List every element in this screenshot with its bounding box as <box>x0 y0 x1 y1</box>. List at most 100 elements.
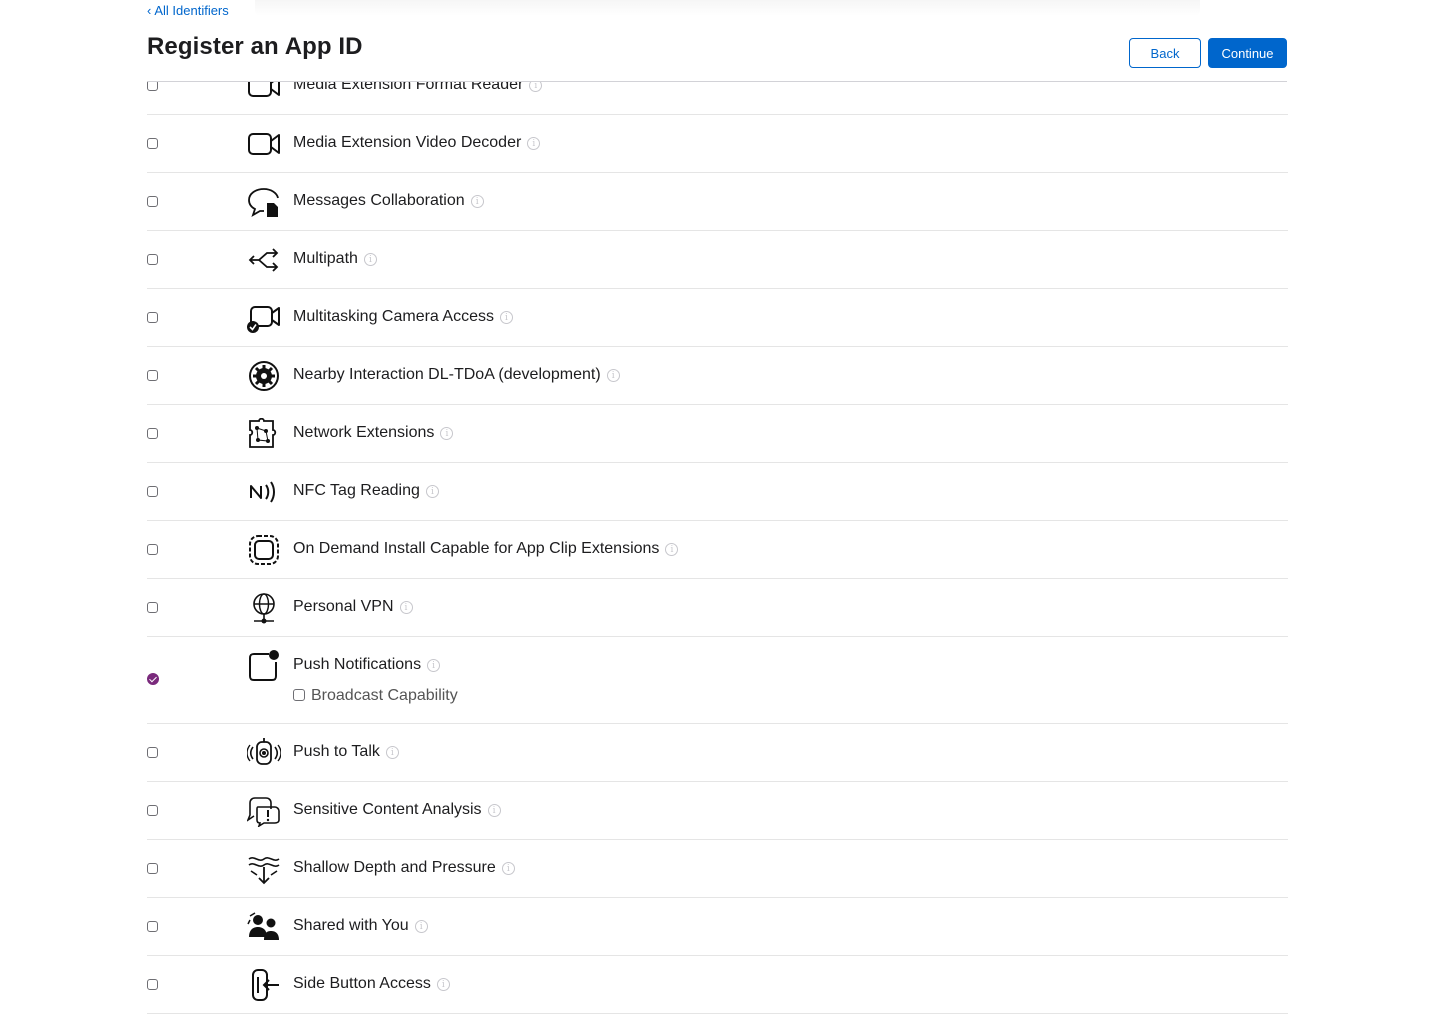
capability-name: NFC Tag Reading <box>293 482 420 499</box>
capability-checkbox[interactable] <box>147 196 158 207</box>
capability-label: Sensitive Content Analysis i <box>293 801 501 819</box>
capability-label: Shallow Depth and Pressure i <box>293 859 515 877</box>
capability-name: Messages Collaboration <box>293 192 465 209</box>
capability-name: Multipath <box>293 250 358 267</box>
capability-checkbox[interactable] <box>147 138 158 149</box>
capability-name: Media Extension Format Reader <box>293 76 524 93</box>
capability-row: NFC Tag Reading i <box>147 463 1288 521</box>
camera-checkmark-icon <box>247 302 281 334</box>
capability-label: Shared with You i <box>293 917 428 935</box>
sub-option: Broadcast Capability <box>293 687 458 705</box>
speech-bubble-alert-icon <box>246 795 281 828</box>
all-identifiers-link-label: All Identifiers <box>154 3 229 18</box>
info-icon[interactable]: i <box>665 543 679 556</box>
nfc-icon <box>247 476 281 508</box>
capability-row: Messages Collaboration i <box>147 173 1288 231</box>
capability-row: Media Extension Video Decoder i <box>147 115 1288 173</box>
capability-label: Side Button Access i <box>293 975 450 993</box>
app-clip-icon <box>247 534 281 566</box>
info-icon[interactable]: i <box>385 746 399 759</box>
capabilities-list: Media Extension Format Reader i Media Exte… <box>147 57 1288 1014</box>
capability-checkbox[interactable] <box>147 312 158 323</box>
sub-option-checkbox[interactable] <box>293 689 305 701</box>
capability-row: Sensitive Content Analysis i <box>147 782 1288 840</box>
capability-checkbox[interactable] <box>147 254 158 265</box>
capability-checkbox[interactable] <box>147 486 158 497</box>
capability-name: Personal VPN <box>293 598 394 615</box>
capability-row: Shared with You i <box>147 898 1288 956</box>
capability-row: Push Notifications i Broadcast Capability <box>147 637 1288 724</box>
capability-checkbox[interactable] <box>147 921 158 932</box>
capability-name: On Demand Install Capable for App Clip E… <box>293 540 660 557</box>
capability-label: Multitasking Camera Access i <box>293 308 513 326</box>
capability-name: Network Extensions <box>293 424 435 441</box>
capability-row: Network Extensions i <box>147 405 1288 463</box>
capability-row: Push to Talk i <box>147 724 1288 782</box>
capability-label: Network Extensions i <box>293 424 454 442</box>
sub-option-label: Broadcast Capability <box>311 687 458 704</box>
capability-name: Media Extension Video Decoder <box>293 134 522 151</box>
capability-checkbox[interactable] <box>147 370 158 381</box>
video-camera-icon <box>247 128 281 160</box>
info-icon[interactable]: i <box>440 427 454 440</box>
capability-checkbox[interactable] <box>147 747 158 758</box>
capability-row: Shallow Depth and Pressure i <box>147 840 1288 898</box>
info-icon[interactable]: i <box>501 862 515 875</box>
capability-name: Multitasking Camera Access <box>293 308 494 325</box>
info-icon[interactable]: i <box>606 369 620 382</box>
capability-label: Push to Talk i <box>293 743 399 761</box>
info-icon[interactable]: i <box>470 195 484 208</box>
info-icon[interactable]: i <box>414 920 428 933</box>
capability-label: NFC Tag Reading i <box>293 482 439 500</box>
capability-label: Multipath i <box>293 250 377 268</box>
depth-pressure-icon <box>247 853 281 885</box>
people-icon <box>247 911 281 943</box>
network-puzzle-icon <box>247 417 281 450</box>
capability-name: Push Notifications <box>293 656 422 673</box>
capability-checkbox[interactable] <box>147 673 159 685</box>
capability-checkbox[interactable] <box>147 602 158 613</box>
capability-checkbox[interactable] <box>147 428 158 439</box>
capability-label: Nearby Interaction DL-TDoA (development)… <box>293 366 620 384</box>
capability-name: Side Button Access <box>293 975 431 992</box>
capability-row: On Demand Install Capable for App Clip E… <box>147 521 1288 579</box>
capability-label: On Demand Install Capable for App Clip E… <box>293 540 679 558</box>
header-divider <box>147 81 1287 82</box>
capability-label: Media Extension Format Reader i <box>293 76 543 94</box>
capability-name: Shared with You <box>293 917 409 934</box>
side-button-icon <box>247 969 281 1001</box>
capability-name: Shallow Depth and Pressure <box>293 859 496 876</box>
video-camera-icon <box>247 82 281 102</box>
info-icon[interactable]: i <box>399 601 413 614</box>
capability-checkbox[interactable] <box>147 979 158 990</box>
capability-label: Messages Collaboration i <box>293 192 484 210</box>
capability-checkbox[interactable] <box>147 863 158 874</box>
info-icon[interactable]: i <box>487 804 501 817</box>
chevron-left-icon: ‹ <box>147 3 152 18</box>
gear-circle-icon <box>247 360 281 392</box>
info-icon[interactable]: i <box>427 659 441 672</box>
capability-label: Push Notifications i <box>293 656 441 674</box>
info-icon[interactable]: i <box>527 137 541 150</box>
notification-badge-icon <box>247 650 281 682</box>
capability-row: Multipath i <box>147 231 1288 289</box>
capability-name: Sensitive Content Analysis <box>293 801 482 818</box>
info-icon[interactable]: i <box>499 311 513 324</box>
all-identifiers-link[interactable]: ‹ All Identifiers <box>147 3 229 18</box>
info-icon[interactable]: i <box>363 253 377 266</box>
capability-row: Media Extension Format Reader i <box>147 76 1288 115</box>
globe-network-icon <box>247 592 281 624</box>
info-icon[interactable]: i <box>425 485 439 498</box>
capability-checkbox[interactable] <box>147 544 158 555</box>
capability-row: Multitasking Camera Access i <box>147 289 1288 347</box>
speech-bubble-document-icon <box>247 186 281 218</box>
walkie-talkie-icon <box>246 737 282 769</box>
info-icon[interactable]: i <box>436 978 450 991</box>
top-bar-shade <box>255 0 1200 16</box>
multipath-arrows-icon <box>247 244 281 276</box>
capability-row: Nearby Interaction DL-TDoA (development)… <box>147 347 1288 405</box>
capability-label: Personal VPN i <box>293 598 413 616</box>
capability-checkbox[interactable] <box>147 805 158 816</box>
capability-name: Nearby Interaction DL-TDoA (development) <box>293 366 601 383</box>
capability-label: Media Extension Video Decoder i <box>293 134 541 152</box>
